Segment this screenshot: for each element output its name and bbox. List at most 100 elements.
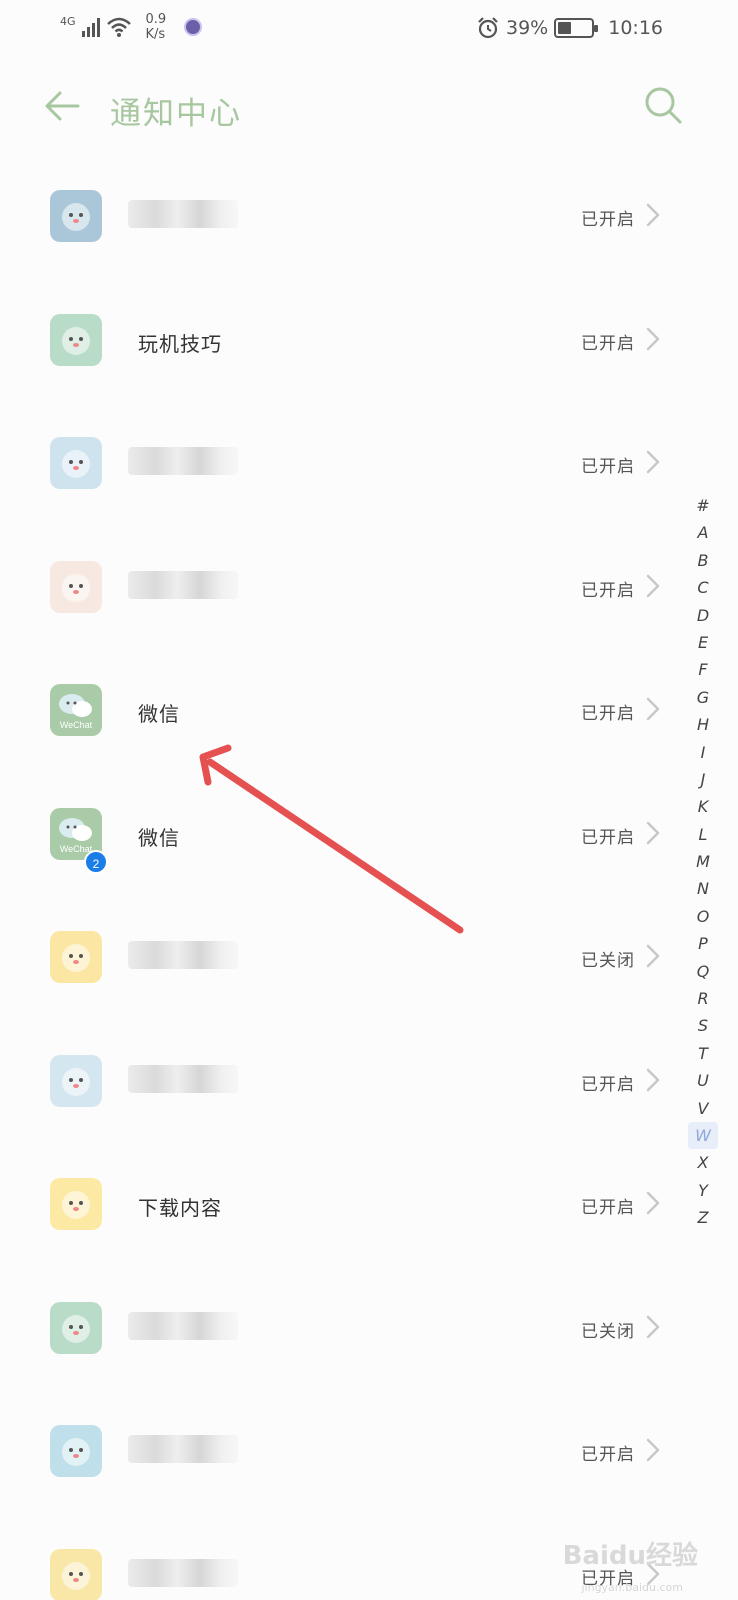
index-letter[interactable]: Q	[688, 958, 718, 985]
app-icon	[50, 1548, 102, 1600]
top-app-bar: 通知中心	[0, 70, 738, 140]
alphabet-index-bar[interactable]: # A B C D E F G H I J K L M N O P Q R S T U V W X Y Z	[688, 492, 718, 1232]
list-item[interactable]: WeChat 微信 已开启	[0, 649, 690, 773]
index-letter[interactable]: I	[688, 739, 718, 766]
watermark-logo: Baidu经验	[562, 1541, 698, 1571]
notification-status: 已开启	[581, 1198, 635, 1218]
list-item[interactable]: 已开启	[0, 1020, 690, 1144]
chevron-right-icon	[646, 203, 660, 227]
index-letter[interactable]: Y	[688, 1177, 718, 1204]
index-letter[interactable]: N	[688, 875, 718, 902]
chevron-right-icon	[646, 1068, 660, 1091]
network-type: 4G	[60, 14, 76, 28]
signal-icon	[81, 17, 100, 37]
chevron-right-icon	[646, 1315, 660, 1338]
redacted-app-name	[128, 570, 238, 599]
status-right: 39% 10:16	[476, 16, 663, 40]
app-icon: WeChat	[50, 684, 102, 736]
chevron-right-icon	[646, 450, 660, 474]
list-item[interactable]: 已关闭	[0, 896, 690, 1020]
index-letter[interactable]: E	[688, 629, 718, 656]
search-icon[interactable]	[640, 82, 686, 128]
index-letter[interactable]: L	[688, 821, 718, 848]
index-letter[interactable]: U	[688, 1067, 718, 1094]
redacted-app-name	[128, 1064, 238, 1093]
wifi-icon	[106, 17, 131, 37]
index-letter[interactable]: M	[688, 848, 718, 875]
redacted-app-name	[128, 1311, 238, 1340]
index-letter[interactable]: J	[688, 766, 718, 793]
app-notification-list: 已开启 玩机技巧 已开启 已开启 已开启 WeChat 微信 已开启 WeChat 2 微信 已开启已…	[0, 155, 690, 1600]
index-letter[interactable]: #	[688, 492, 718, 519]
app-name: 微信	[138, 702, 180, 726]
list-item[interactable]: 已开启	[0, 1390, 690, 1514]
notification-status: 已开启	[581, 1074, 635, 1095]
app-name: 玩机技巧	[138, 331, 222, 356]
svg-text:WeChat: WeChat	[60, 720, 93, 730]
notification-status: 已开启	[581, 1445, 635, 1465]
status-bar: 4G 0.9 K/s 39% 10:16	[0, 0, 738, 60]
index-letter[interactable]: W	[688, 1121, 718, 1150]
index-letter[interactable]: D	[688, 602, 718, 629]
index-letter[interactable]: T	[688, 1040, 718, 1067]
notification-status: 已开启	[581, 580, 635, 601]
chevron-right-icon	[646, 1438, 660, 1462]
list-item[interactable]: 已开启	[0, 402, 690, 526]
list-item[interactable]: 下载内容 已开启	[0, 1143, 690, 1267]
index-letter[interactable]: B	[688, 547, 718, 574]
app-icon	[50, 931, 102, 983]
index-letter[interactable]: G	[688, 684, 718, 711]
chevron-right-icon	[646, 327, 660, 350]
app-name: 下载内容	[138, 1196, 222, 1220]
index-letter[interactable]: F	[688, 656, 718, 683]
index-letter[interactable]: H	[688, 711, 718, 738]
chevron-right-icon	[646, 697, 660, 721]
notification-status: 已关闭	[581, 1321, 635, 1342]
redacted-app-name	[128, 200, 238, 228]
index-letter[interactable]: C	[688, 574, 718, 601]
speed-unit: K/s	[145, 27, 166, 42]
app-icon	[50, 1178, 102, 1230]
chevron-right-icon	[646, 574, 660, 597]
list-item[interactable]: 已关闭	[0, 1267, 690, 1391]
app-icon	[50, 313, 102, 366]
clone-badge: 2	[84, 849, 108, 874]
index-letter[interactable]: R	[688, 985, 718, 1012]
app-icon	[50, 437, 102, 489]
list-item[interactable]: 已开启	[0, 526, 690, 650]
battery-percent: 39%	[506, 17, 549, 39]
index-letter[interactable]: X	[688, 1149, 718, 1176]
speed-value: 0.9	[145, 12, 167, 27]
index-letter[interactable]: V	[688, 1095, 718, 1122]
redacted-app-name	[128, 941, 238, 969]
battery-level	[558, 22, 571, 34]
notification-status: 已关闭	[581, 951, 635, 971]
index-letter[interactable]: Z	[688, 1204, 718, 1231]
redacted-app-name	[128, 1558, 238, 1587]
notification-status: 已开启	[581, 827, 635, 848]
index-letter[interactable]: S	[688, 1012, 718, 1039]
app-icon	[50, 1301, 102, 1354]
list-item[interactable]: WeChat 2 微信 已开启	[0, 773, 690, 897]
app-icon	[50, 190, 102, 242]
list-item[interactable]: 玩机技巧 已开启	[0, 279, 690, 403]
redacted-app-name	[128, 447, 238, 475]
clock-time: 10:16	[608, 17, 663, 39]
battery-icon	[554, 18, 599, 38]
notification-status: 已开启	[581, 333, 635, 354]
list-item[interactable]: 已开启	[0, 155, 690, 279]
back-arrow-icon[interactable]	[40, 84, 84, 128]
notification-status: 已开启	[581, 704, 635, 724]
network-speed: 0.9 K/s	[146, 12, 167, 42]
app-icon	[50, 560, 102, 613]
notification-status: 已开启	[581, 457, 635, 477]
chevron-right-icon	[646, 1191, 660, 1215]
chevron-right-icon	[646, 821, 660, 844]
index-letter[interactable]: P	[688, 930, 718, 957]
redacted-app-name	[128, 1435, 238, 1463]
notification-status: 已开启	[581, 210, 635, 230]
index-letter[interactable]: K	[688, 793, 718, 820]
index-letter[interactable]: A	[688, 519, 718, 546]
app-icon	[50, 1425, 102, 1477]
index-letter[interactable]: O	[688, 903, 718, 930]
